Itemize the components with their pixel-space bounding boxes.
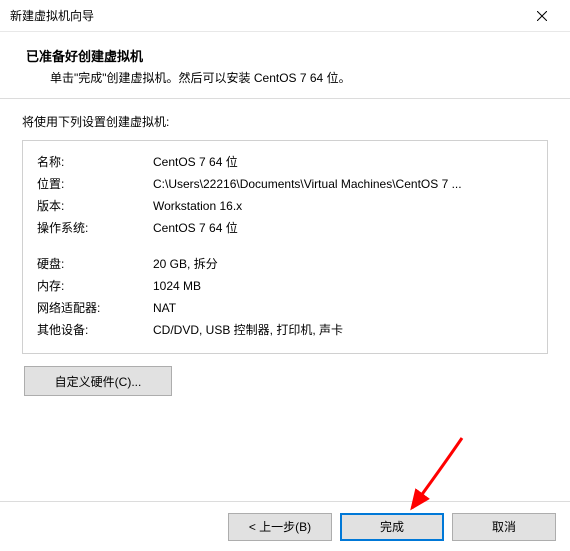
summary-value: CD/DVD, USB 控制器, 打印机, 声卡 (153, 319, 533, 341)
close-button[interactable] (522, 1, 562, 31)
page-description: 单击"完成"创建虚拟机。然后可以安装 CentOS 7 64 位。 (26, 69, 544, 86)
summary-row: 其他设备:CD/DVD, USB 控制器, 打印机, 声卡 (37, 319, 533, 341)
titlebar: 新建虚拟机向导 (0, 0, 570, 32)
close-icon (537, 11, 547, 21)
back-button[interactable]: < 上一步(B) (228, 513, 332, 541)
summary-row: 名称:CentOS 7 64 位 (37, 151, 533, 173)
summary-label: 内存: (37, 275, 153, 297)
customize-hardware-button[interactable]: 自定义硬件(C)... (24, 366, 172, 396)
summary-row: 位置:C:\Users\22216\Documents\Virtual Mach… (37, 173, 533, 195)
summary-value: CentOS 7 64 位 (153, 151, 533, 173)
summary-label: 操作系统: (37, 217, 153, 239)
window-title: 新建虚拟机向导 (10, 7, 522, 24)
spacer (37, 239, 533, 253)
footer: < 上一步(B) 完成 取消 (0, 501, 570, 551)
summary-row: 操作系统:CentOS 7 64 位 (37, 217, 533, 239)
summary-value: Workstation 16.x (153, 195, 533, 217)
content-area: 将使用下列设置创建虚拟机: 名称:CentOS 7 64 位位置:C:\User… (0, 99, 570, 402)
content-title: 将使用下列设置创建虚拟机: (22, 113, 548, 130)
summary-row: 内存:1024 MB (37, 275, 533, 297)
summary-value: NAT (153, 297, 533, 319)
summary-label: 网络适配器: (37, 297, 153, 319)
summary-row: 网络适配器:NAT (37, 297, 533, 319)
summary-label: 名称: (37, 151, 153, 173)
wizard-header: 已准备好创建虚拟机 单击"完成"创建虚拟机。然后可以安装 CentOS 7 64… (0, 32, 570, 98)
summary-label: 版本: (37, 195, 153, 217)
summary-box: 名称:CentOS 7 64 位位置:C:\Users\22216\Docume… (22, 140, 548, 354)
summary-label: 硬盘: (37, 253, 153, 275)
summary-row: 版本:Workstation 16.x (37, 195, 533, 217)
summary-value: 1024 MB (153, 275, 533, 297)
summary-value: C:\Users\22216\Documents\Virtual Machine… (153, 173, 533, 195)
summary-value: CentOS 7 64 位 (153, 217, 533, 239)
page-title: 已准备好创建虚拟机 (26, 46, 544, 65)
summary-label: 位置: (37, 173, 153, 195)
summary-value: 20 GB, 拆分 (153, 253, 533, 275)
summary-label: 其他设备: (37, 319, 153, 341)
cancel-button[interactable]: 取消 (452, 513, 556, 541)
finish-button[interactable]: 完成 (340, 513, 444, 541)
summary-row: 硬盘:20 GB, 拆分 (37, 253, 533, 275)
